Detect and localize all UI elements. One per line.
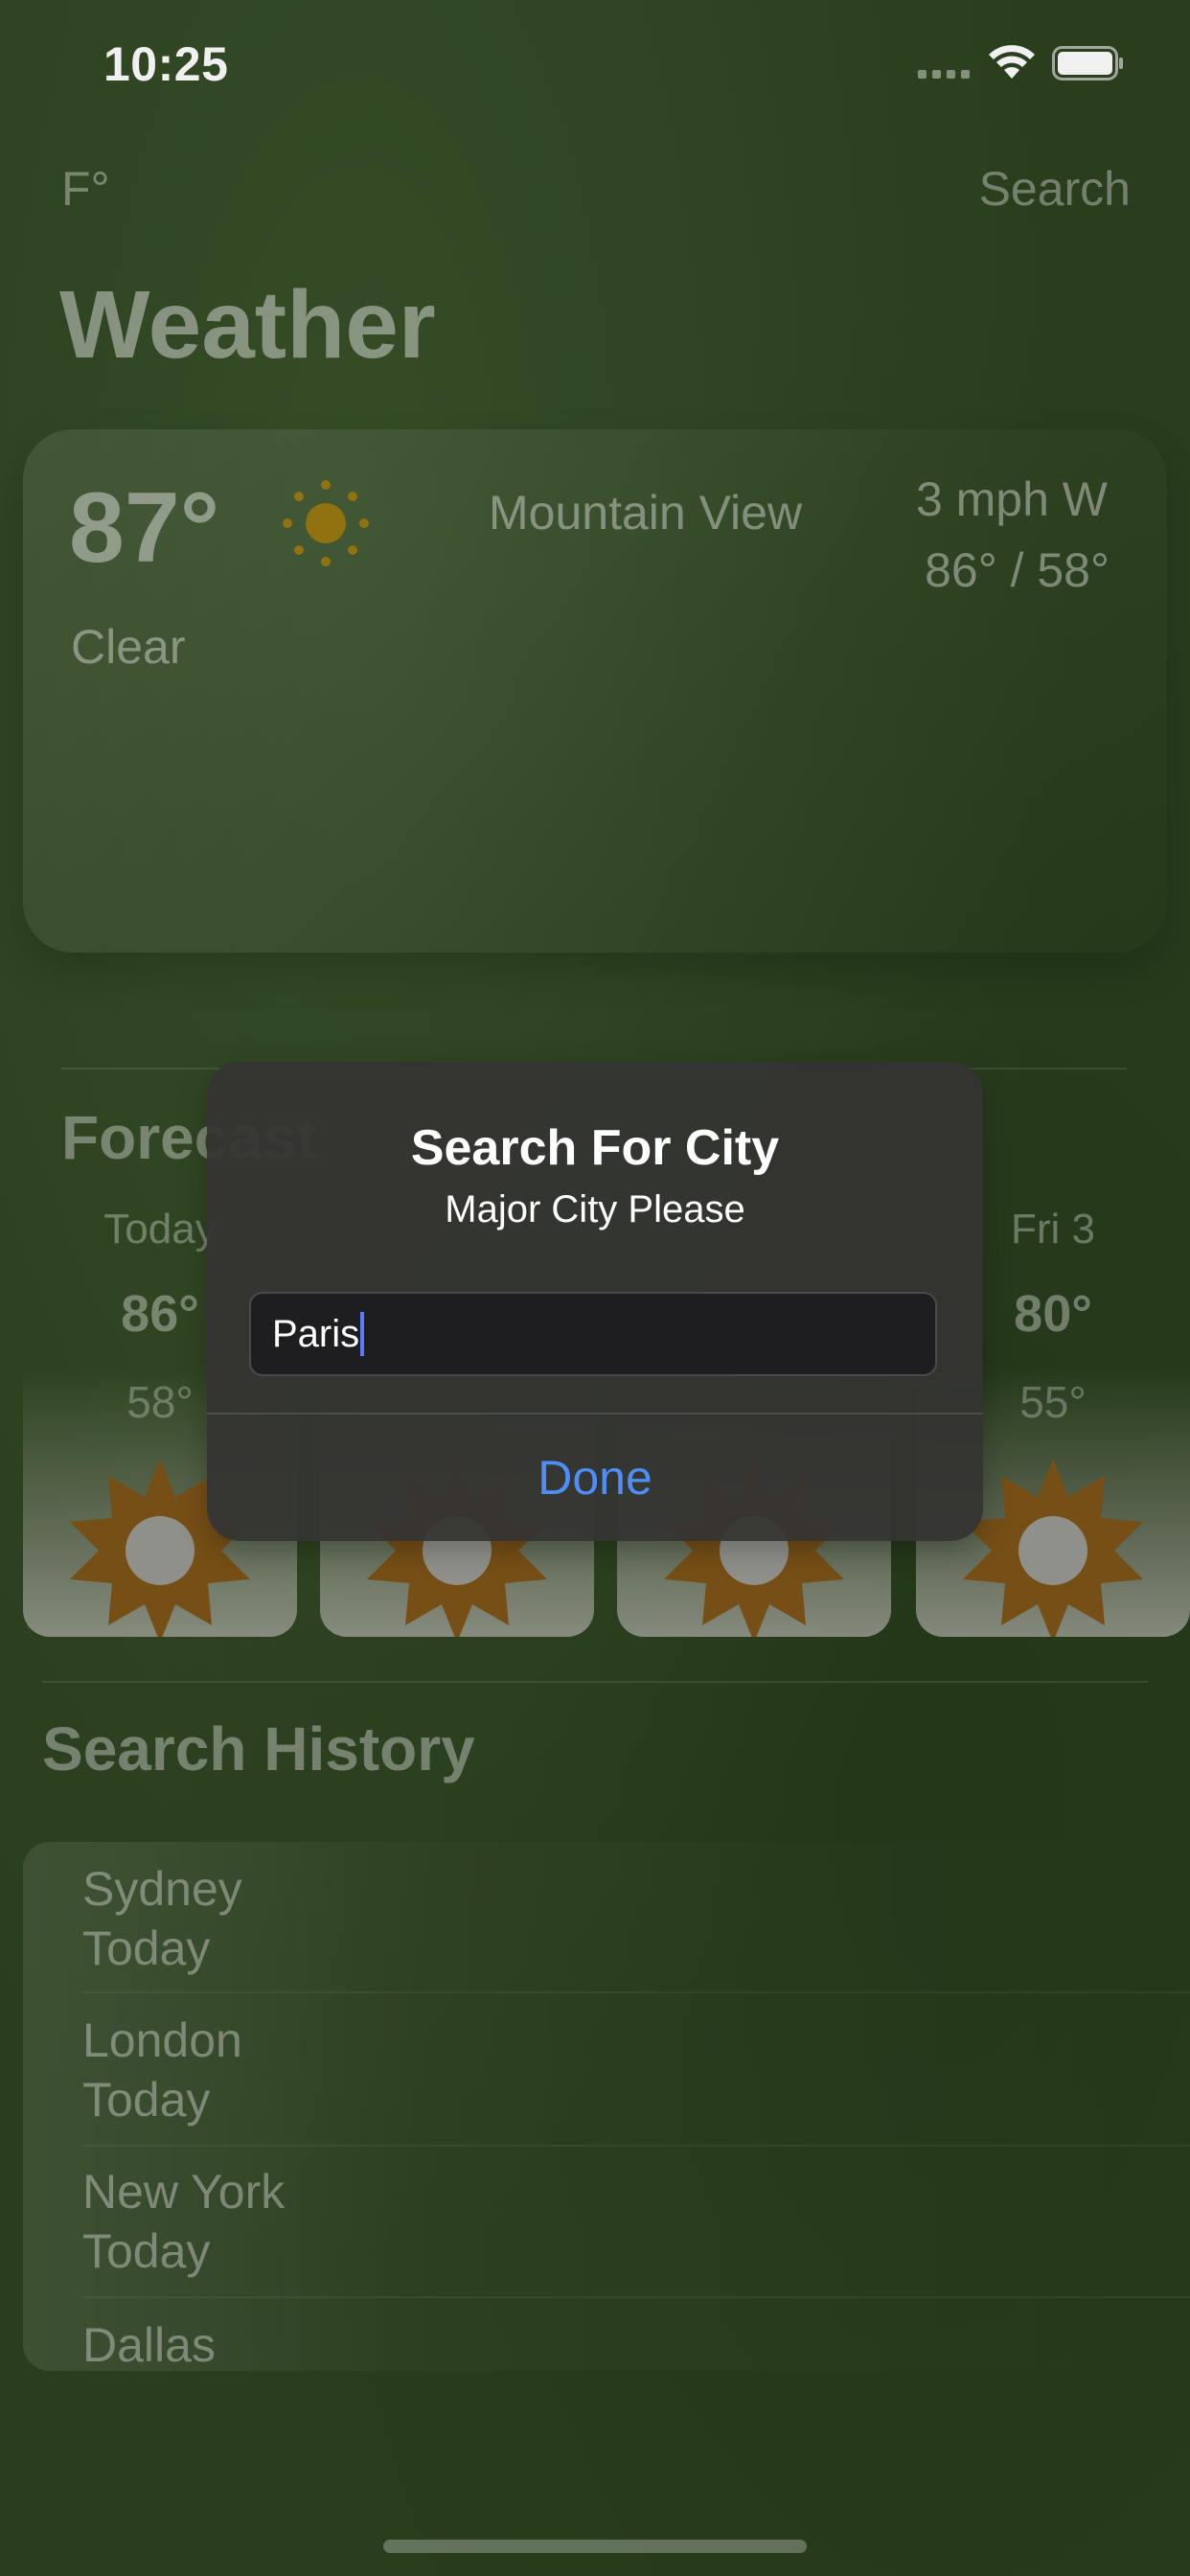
done-button[interactable]: Done <box>207 1414 983 1541</box>
alert-title: Search For City <box>410 1120 780 1176</box>
text-caret <box>360 1312 365 1356</box>
city-search-value: Paris <box>272 1312 360 1355</box>
home-indicator[interactable] <box>383 2540 807 2553</box>
city-search-input[interactable]: Paris <box>249 1292 937 1376</box>
search-city-alert: Search For City Major City Please Paris … <box>207 1062 983 1541</box>
alert-message: Major City Please <box>445 1188 745 1230</box>
